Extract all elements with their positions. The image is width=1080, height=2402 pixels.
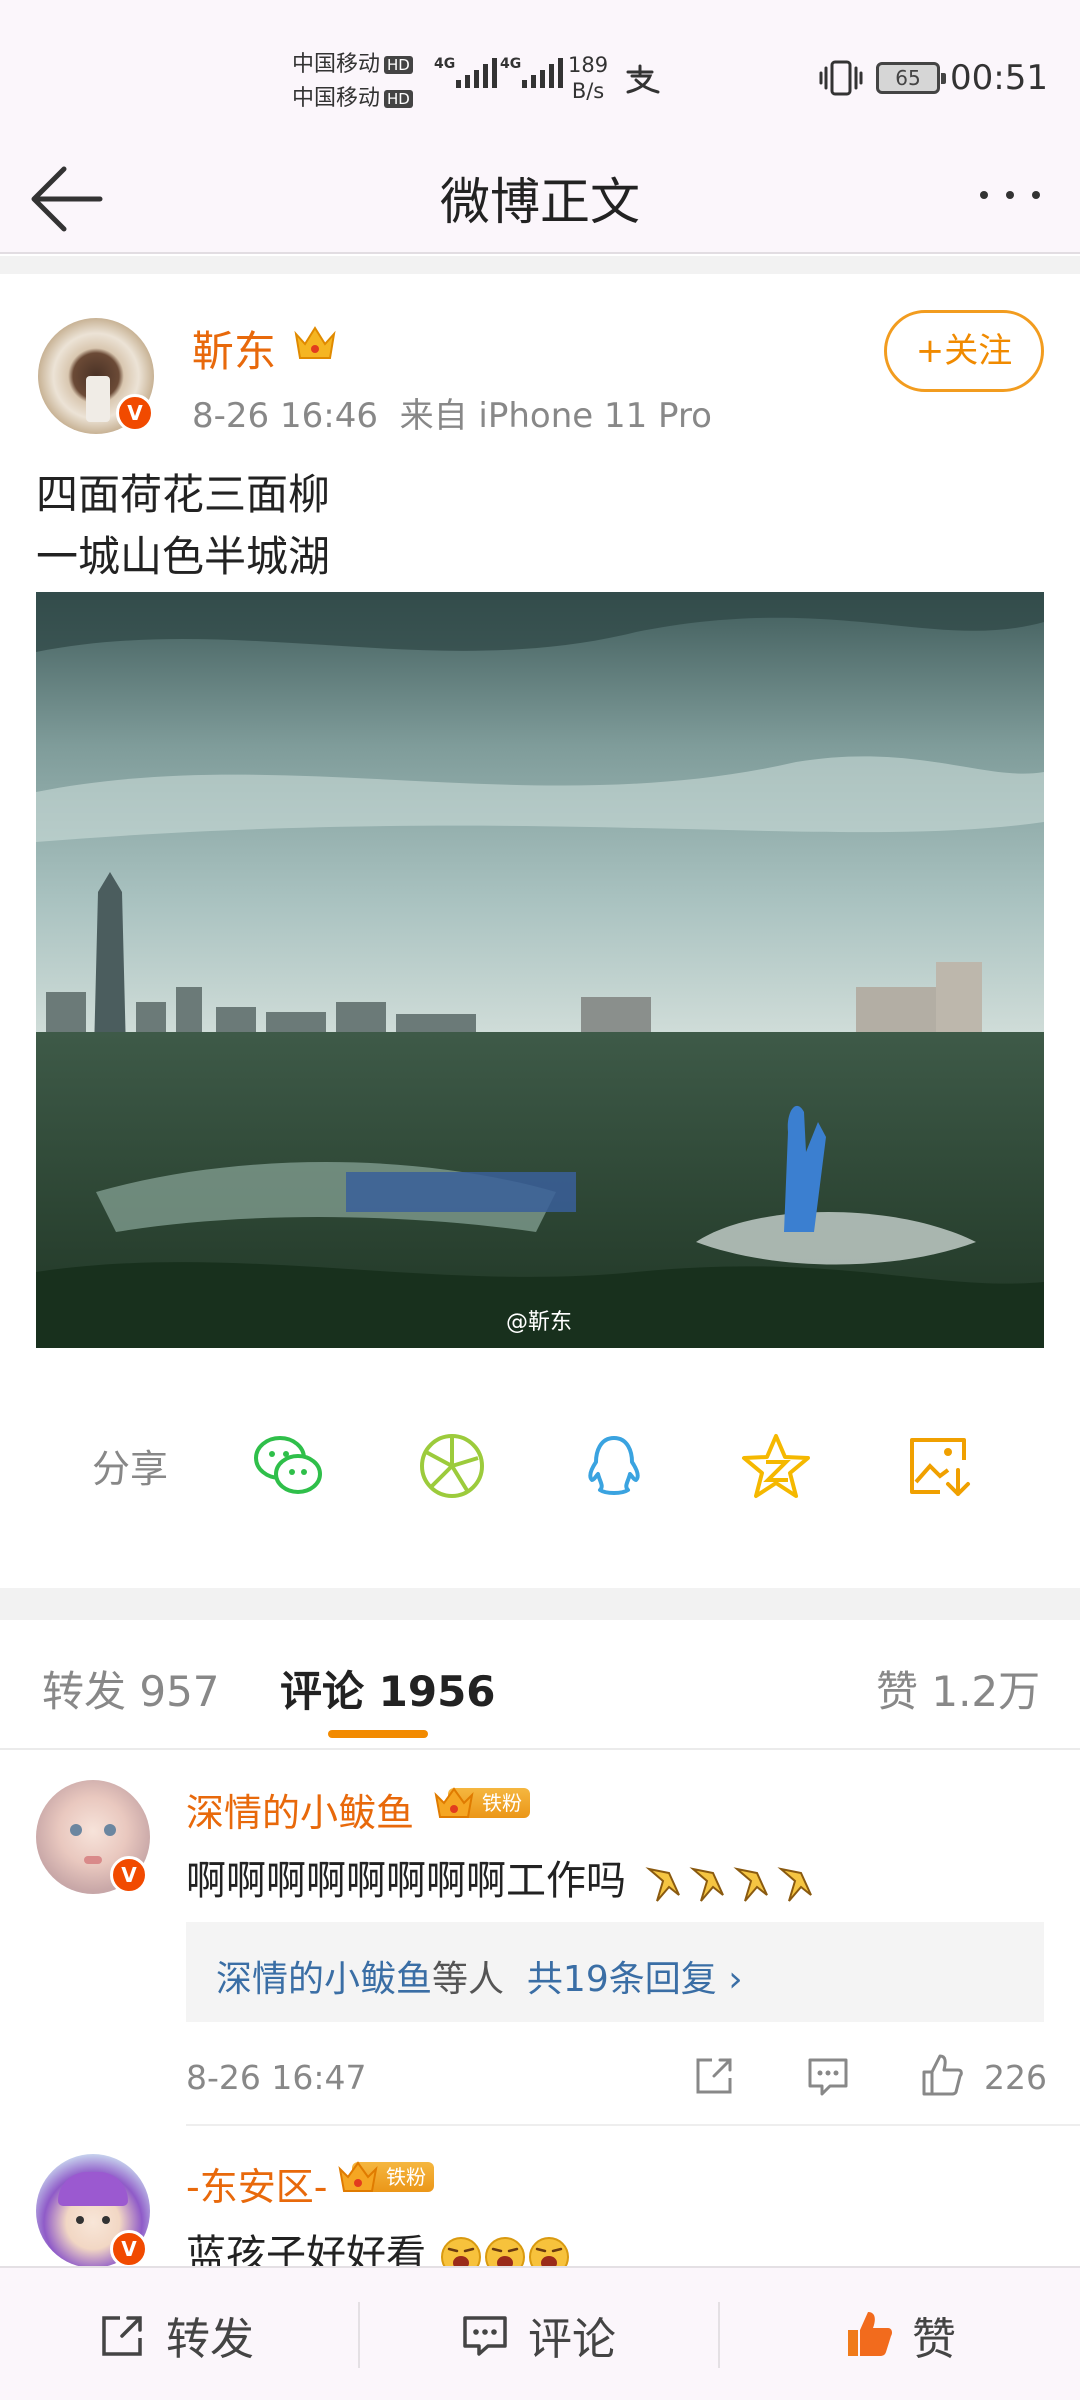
clock: 00:51 [950,58,1048,98]
qzone-icon[interactable] [740,1430,812,1502]
active-tab-indicator [328,1730,428,1738]
fan-crown-icon [434,1787,474,1818]
net-speed: 189 B/s [568,53,609,103]
repost-icon [102,2316,142,2356]
more-options-icon[interactable] [970,180,1050,210]
verified-badge: V [116,394,154,432]
comment-like-icon[interactable] [918,2052,966,2100]
tab-comments[interactable]: 评论 1956 [280,1658,496,1719]
fan-badge: 铁粉 [434,1786,530,1820]
comment-text: 啊啊啊啊啊啊啊啊工作吗 [186,1848,815,1906]
city-skyline-photo [36,592,1044,1348]
share-label: 分享 [92,1447,169,1491]
moments-icon[interactable] [416,1430,488,1502]
fan-crown-icon [338,2161,378,2192]
doge-dance-emoji-icon [645,1867,812,1902]
comment-divider [186,2124,1080,2126]
comment-share-icon[interactable] [690,2052,738,2100]
comment-label: 评论 [528,2314,616,2365]
battery-indicator: 65 [876,62,946,94]
verified-badge: V [110,1856,148,1894]
image-watermark: @靳东 [506,1310,573,1335]
fan-badge: 铁粉 [338,2160,434,2194]
bar-separator [358,2302,360,2368]
header: 微博正文 [0,140,1080,254]
tab-divider [0,1748,1080,1750]
wechat-icon[interactable] [252,1430,324,1502]
author-name[interactable]: 靳东 [192,318,276,379]
signal-1-icon: 4G [434,56,497,88]
bottom-action-bar: 转发 评论 赞 [0,2266,1080,2400]
signal-2-icon: 4G [500,56,563,88]
follow-button[interactable]: +关注 [884,310,1044,392]
tab-likes[interactable]: 赞 1.2万 [876,1658,1040,1719]
alipay-icon [626,64,660,94]
vibrate-icon [819,60,863,96]
section-divider [0,256,1080,274]
reply-summary: 深情的小鲅鱼等人 共19条回复 › [216,1959,743,2000]
comment-time: 8-26 16:47 [186,2058,367,2097]
comment-user[interactable]: -东安区- [186,2156,327,2211]
save-image-icon[interactable] [904,1430,976,1502]
crown-icon [294,326,336,359]
comment-like-count: 226 [984,2058,1047,2097]
verified-badge: V [110,2230,148,2268]
page-title: 微博正文 [440,173,640,231]
bar-separator [718,2302,720,2368]
carrier-1: 中国移动 HD [292,46,413,78]
repost-label: 转发 [166,2314,254,2365]
comment-reply-icon[interactable] [804,2052,852,2100]
like-button[interactable]: 赞 [844,2268,956,2402]
qq-icon[interactable] [578,1430,650,1502]
section-divider [0,1588,1080,1620]
comment-button[interactable]: 评论 [460,2268,616,2402]
post-meta: 8-26 16:46 来自 iPhone 11 Pro [192,396,712,436]
carrier-2: 中国移动 HD [292,80,413,112]
like-label: 赞 [912,2314,956,2365]
repost-button[interactable]: 转发 [98,2268,254,2402]
status-bar: 中国移动 HD 中国移动 HD 4G 4G 189 B/s 65 00:51 [0,0,1080,140]
post-image[interactable]: @靳东 [36,592,1044,1348]
reply-preview[interactable]: 深情的小鲅鱼等人 共19条回复 › [186,1922,1044,2022]
like-icon [848,2312,892,2356]
comment-icon [463,2316,507,2356]
tab-repost[interactable]: 转发 957 [42,1658,220,1719]
post-text: 四面荷花三面柳 一城山色半城湖 [36,470,331,581]
comment-user[interactable]: 深情的小鲅鱼 [186,1782,414,1837]
